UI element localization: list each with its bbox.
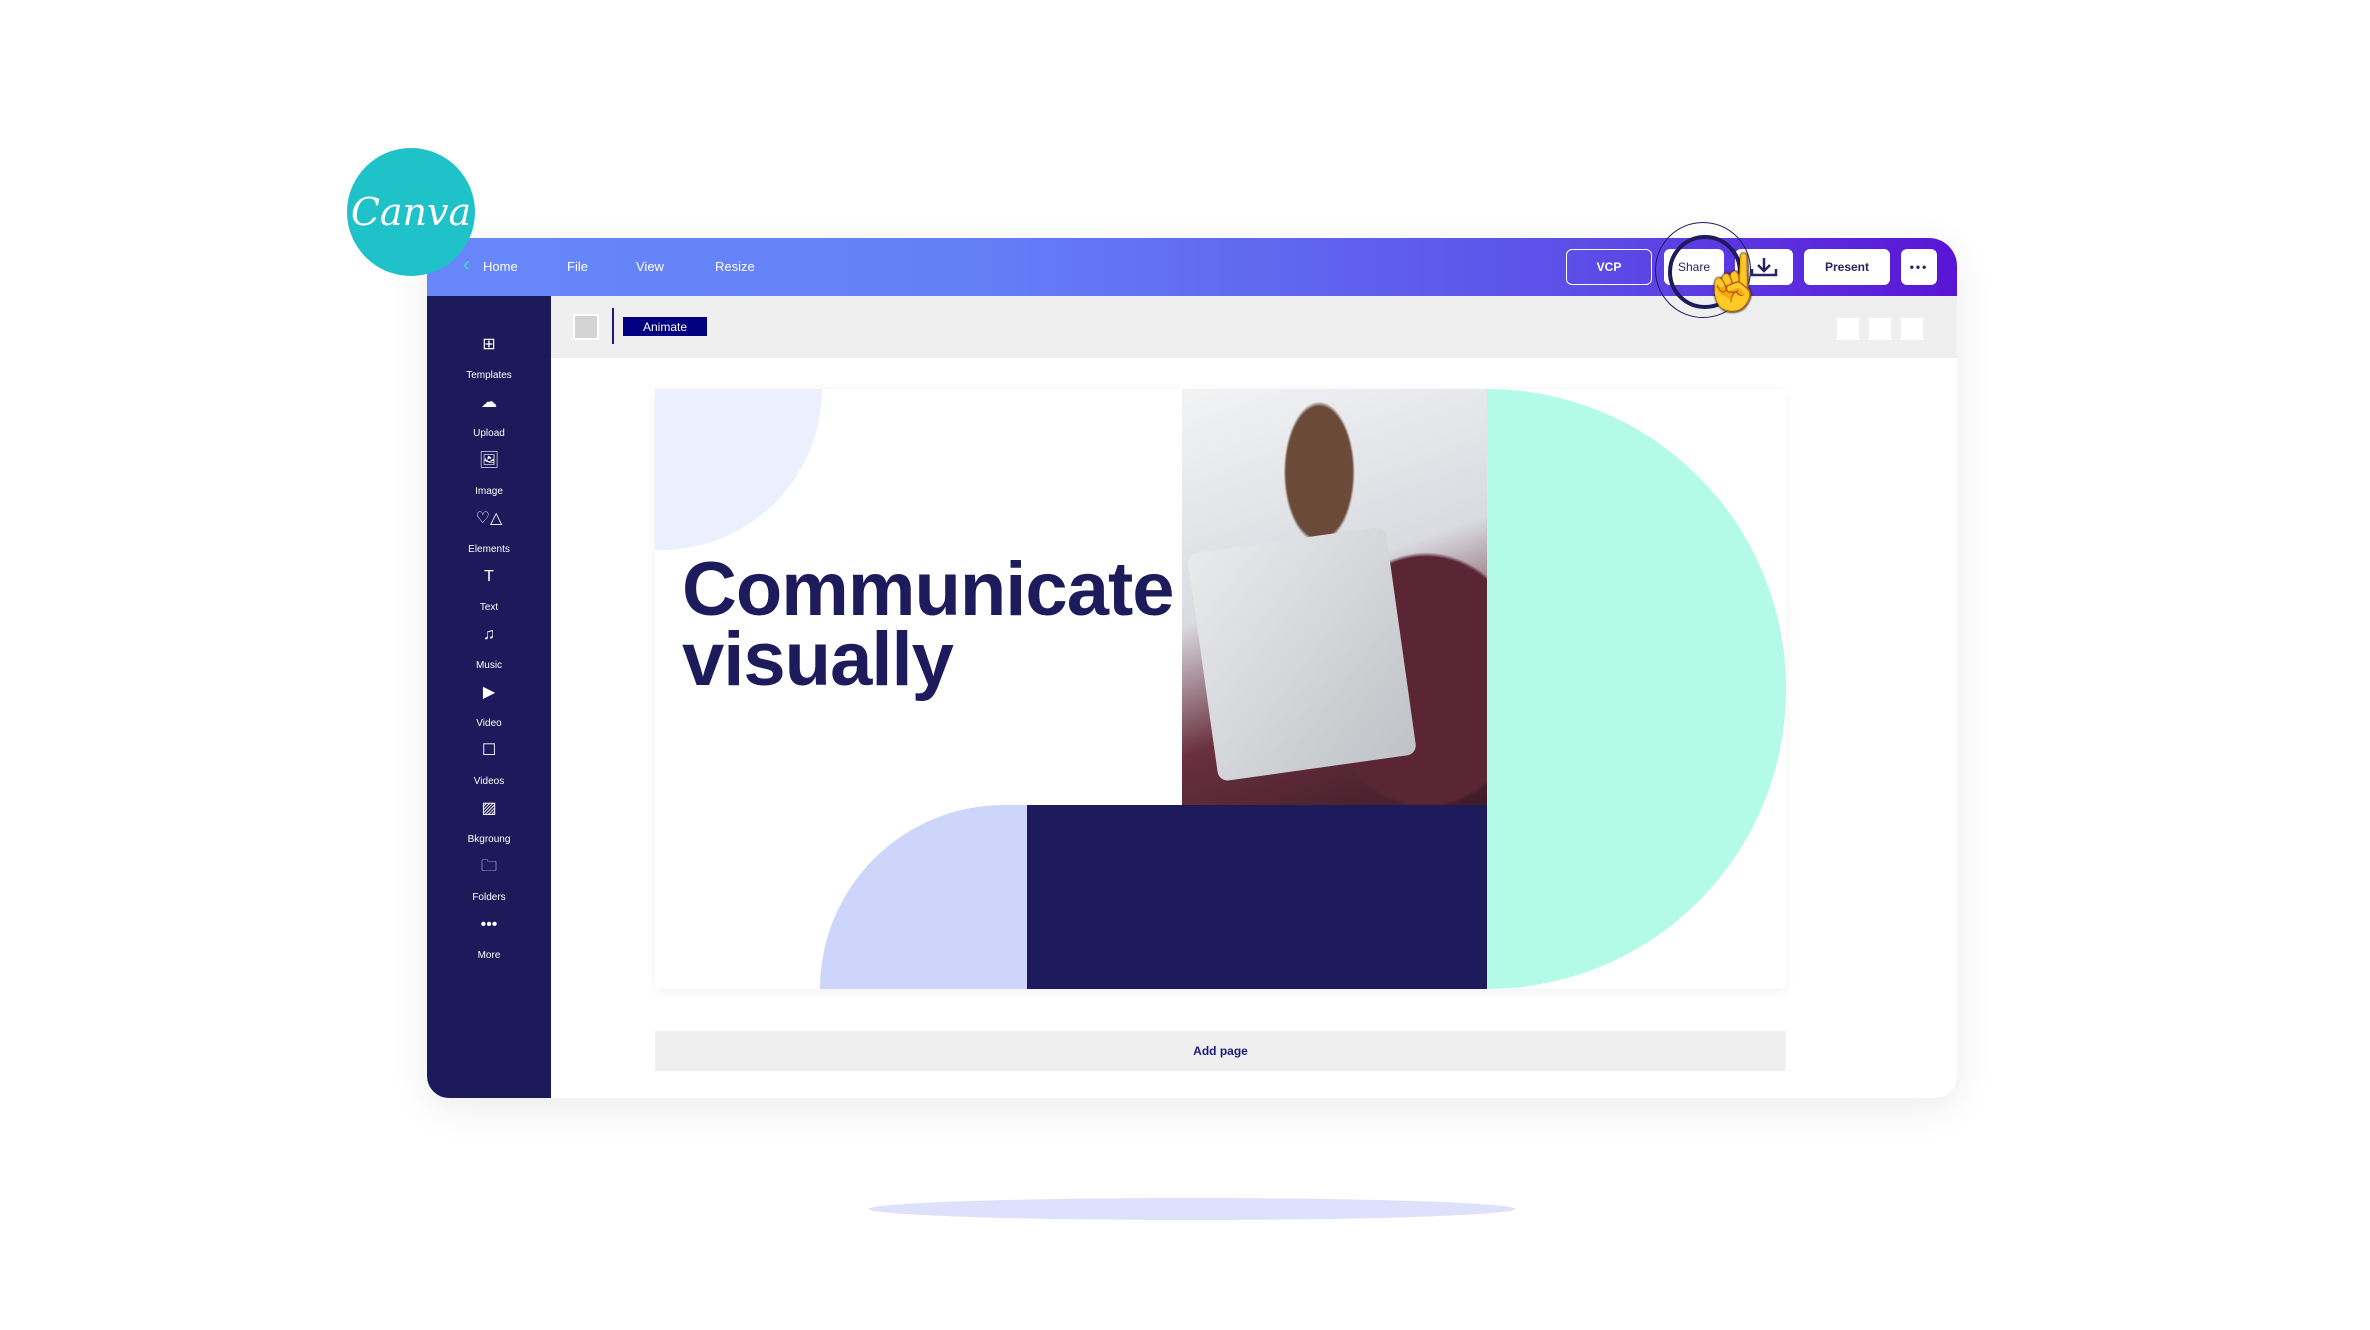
design-canvas[interactable]: Communicate visually <box>655 389 1786 989</box>
sidebar-item-upload[interactable]: ☁ Upload <box>427 392 551 439</box>
sidebar-item-label: Upload <box>473 428 505 439</box>
elements-icon: ♡△ <box>475 510 503 527</box>
sidebar-item-videos[interactable]: ☐ Videos <box>427 740 551 787</box>
sidebar-item-elements[interactable]: ♡△ Elements <box>427 508 551 555</box>
hand-cursor-icon: ☝ <box>1700 253 1768 313</box>
sidebar-item-label: Elements <box>468 544 510 555</box>
upload-icon: ☁ <box>481 394 497 411</box>
sidebar-item-label: Folders <box>472 892 506 903</box>
text-icon: T <box>484 568 494 585</box>
image-icon: 🖼 <box>478 452 500 469</box>
quarter-circle-shape[interactable] <box>655 389 822 550</box>
sidebar-item-templates[interactable]: ⊞ Templates <box>427 334 551 381</box>
bkgroung-icon: ▨ <box>481 800 497 817</box>
sidebar-item-folders[interactable]: 🗀 Folders <box>427 856 551 903</box>
videos-icon: ☐ <box>481 742 497 759</box>
color-swatch[interactable] <box>573 314 599 340</box>
templates-icon: ⊞ <box>482 336 496 353</box>
sidebar-item-label: Video <box>476 718 502 729</box>
sidebar-item-music[interactable]: ♫ Music <box>427 624 551 671</box>
chevron-left-icon[interactable]: ‹ <box>463 254 470 277</box>
headline-line-2: visually <box>682 617 954 702</box>
lavender-quarter-shape[interactable] <box>820 805 1027 989</box>
team-button[interactable]: VCP <box>1566 249 1652 285</box>
add-page-button[interactable]: Add page <box>655 1031 1786 1071</box>
headline-text[interactable]: Communicate visually <box>682 547 1175 702</box>
menu-file[interactable]: File <box>567 259 588 274</box>
more-icon: ••• <box>480 916 498 933</box>
sidebar-item-label: Bkgroung <box>467 834 511 845</box>
headline-line-1: Communicate <box>682 547 1175 632</box>
sidebar-item-label: Image <box>475 486 503 497</box>
more-button[interactable]: ••• <box>1901 249 1937 285</box>
tablet-shape <box>1186 526 1418 782</box>
sidebar-item-text[interactable]: T Text <box>427 566 551 613</box>
music-icon: ♫ <box>483 626 495 643</box>
present-button[interactable]: Present <box>1804 249 1890 285</box>
home-link[interactable]: Home <box>483 259 518 274</box>
sidebar-item-label: Music <box>475 660 503 671</box>
toolbar-option-3[interactable] <box>1901 318 1923 340</box>
menu-view[interactable]: View <box>636 259 664 274</box>
sidebar: ⊞ Templates ☁ Upload 🖼 Image ♡△ Elements T Text ♫ M… <box>427 296 551 1098</box>
sidebar-item-label: More <box>477 950 501 961</box>
menu-resize[interactable]: Resize <box>715 259 755 274</box>
animate-button[interactable]: Animate <box>623 317 707 336</box>
editor-window: ‹ Home File View Resize VCP Share Presen… <box>427 238 1957 1098</box>
folders-icon: 🗀 <box>480 858 497 875</box>
video-icon: ▶ <box>482 684 496 701</box>
sidebar-item-label: Videos <box>473 776 505 787</box>
sidebar-item-bkgroung[interactable]: ▨ Bkgroung <box>427 798 551 845</box>
sidebar-item-image[interactable]: 🖼 Image <box>427 450 551 497</box>
sidebar-item-more[interactable]: ••• More <box>427 914 551 961</box>
divider <box>612 308 614 344</box>
floor-shadow <box>869 1198 1515 1220</box>
toolbar-option-2[interactable] <box>1869 318 1891 340</box>
person-with-tablet-photo[interactable] <box>1182 389 1487 805</box>
mint-half-circle-shape[interactable] <box>1487 389 1786 989</box>
navy-rectangle-shape[interactable] <box>1027 805 1487 989</box>
sidebar-item-video[interactable]: ▶ Video <box>427 682 551 729</box>
sidebar-item-label: Templates <box>466 370 512 381</box>
sidebar-item-label: Text <box>479 602 499 613</box>
canva-logo: Canva <box>347 148 475 276</box>
toolbar-option-1[interactable] <box>1837 318 1859 340</box>
